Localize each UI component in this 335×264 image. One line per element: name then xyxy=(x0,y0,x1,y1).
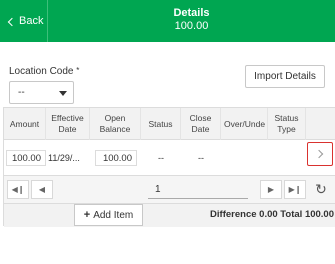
plus-icon: + xyxy=(83,209,91,221)
add-item-label: Add Item xyxy=(93,209,134,221)
prev-page-icon: ◀ xyxy=(38,185,46,194)
last-page-icon: ▶❙ xyxy=(288,185,302,194)
next-page-icon: ▶ xyxy=(267,185,275,194)
total-value: 100.00 xyxy=(304,209,334,220)
column-header-open-balance-text: Open Balance xyxy=(100,113,131,135)
next-page-button[interactable]: ▶ xyxy=(260,180,282,199)
effective-date-cell: 11/29/... xyxy=(48,153,80,163)
column-header-close-date-line1: Close xyxy=(189,113,212,123)
back-button[interactable]: Back xyxy=(0,0,48,42)
column-header-status-text: Status xyxy=(148,118,173,129)
grid-header: Amount Effective Date Open Balance Status … xyxy=(4,108,335,140)
column-header-close-date-text: Close Date xyxy=(190,113,212,135)
over-under-cell xyxy=(221,140,268,176)
location-code-value: -- xyxy=(18,87,25,98)
column-header-status-type[interactable]: Status Type xyxy=(268,108,306,140)
column-header-amount[interactable]: Amount xyxy=(4,108,46,140)
close-date-cell: -- xyxy=(198,153,204,163)
column-header-close-date[interactable]: Close Date xyxy=(181,108,221,140)
amount-cell: 100.00 xyxy=(6,140,46,176)
open-balance-field[interactable]: 100.00 xyxy=(95,150,137,166)
column-header-open-balance-line2: Balance xyxy=(99,124,131,134)
prev-page-button[interactable]: ◀ xyxy=(31,180,53,199)
column-header-effective-date-text: Effective Date xyxy=(51,113,83,135)
column-header-open-balance-line1: Open xyxy=(104,113,126,123)
page-subtitle: 100.00 xyxy=(174,20,209,32)
table-row[interactable]: 100.00 11/29/... 100.00 -- -- xyxy=(4,140,335,176)
column-header-status-type-text: Status Type xyxy=(274,113,298,135)
required-mark: * xyxy=(76,66,80,75)
location-code-label: Location Code * xyxy=(9,66,79,77)
column-header-effective-date[interactable]: Effective Date xyxy=(46,108,90,140)
refresh-button[interactable]: ↻ xyxy=(310,180,332,199)
status-type-cell xyxy=(268,140,306,176)
column-header-status[interactable]: Status xyxy=(141,108,181,140)
chevron-right-icon xyxy=(314,149,323,159)
location-code-select[interactable]: -- xyxy=(9,81,74,104)
column-header-effective-date-line2: Date xyxy=(58,124,77,134)
column-header-over-under[interactable]: Over/Unde xyxy=(221,108,268,140)
location-code-label-text: Location Code xyxy=(9,66,74,77)
column-header-actions xyxy=(306,108,335,140)
column-header-over-under-text: Over/Unde xyxy=(224,118,266,129)
open-balance-cell: 100.00 xyxy=(94,140,138,176)
grid-footer: + Add Item Difference 0.00 Total 100.00 xyxy=(4,204,335,227)
import-details-button[interactable]: Import Details xyxy=(245,65,325,88)
caret-down-icon xyxy=(59,91,67,96)
page-title: Details xyxy=(173,7,210,19)
column-header-status-type-line1: Status xyxy=(274,113,299,123)
column-header-status-type-line2: Type xyxy=(277,124,296,134)
header-bar: Back Details 100.00 xyxy=(0,0,335,42)
amount-field[interactable]: 100.00 xyxy=(6,150,46,166)
column-header-amount-text: Amount xyxy=(9,118,40,129)
pager: ◀❙ ◀ 1 ▶ ▶❙ ↻ xyxy=(4,176,335,204)
back-label: Back xyxy=(19,15,44,27)
refresh-icon: ↻ xyxy=(315,181,327,197)
first-page-icon: ◀❙ xyxy=(11,185,25,194)
difference-value: 0.00 xyxy=(259,209,278,220)
status-cell: -- xyxy=(158,153,164,163)
column-header-close-date-line2: Date xyxy=(191,124,210,134)
column-header-effective-date-line1: Effective xyxy=(51,113,84,123)
column-header-open-balance[interactable]: Open Balance xyxy=(90,108,141,140)
details-grid: Amount Effective Date Open Balance Status … xyxy=(3,107,335,227)
total-label: Total xyxy=(280,209,303,220)
first-page-button[interactable]: ◀❙ xyxy=(7,180,29,199)
add-item-button[interactable]: + Add Item xyxy=(74,204,143,226)
difference-label: Difference xyxy=(210,209,257,220)
chevron-left-icon xyxy=(7,17,17,26)
last-page-button[interactable]: ▶❙ xyxy=(284,180,306,199)
page-number-input[interactable]: 1 xyxy=(148,180,248,199)
row-detail-button[interactable] xyxy=(307,142,333,166)
totals-summary: Difference 0.00 Total 100.00 xyxy=(210,209,334,220)
